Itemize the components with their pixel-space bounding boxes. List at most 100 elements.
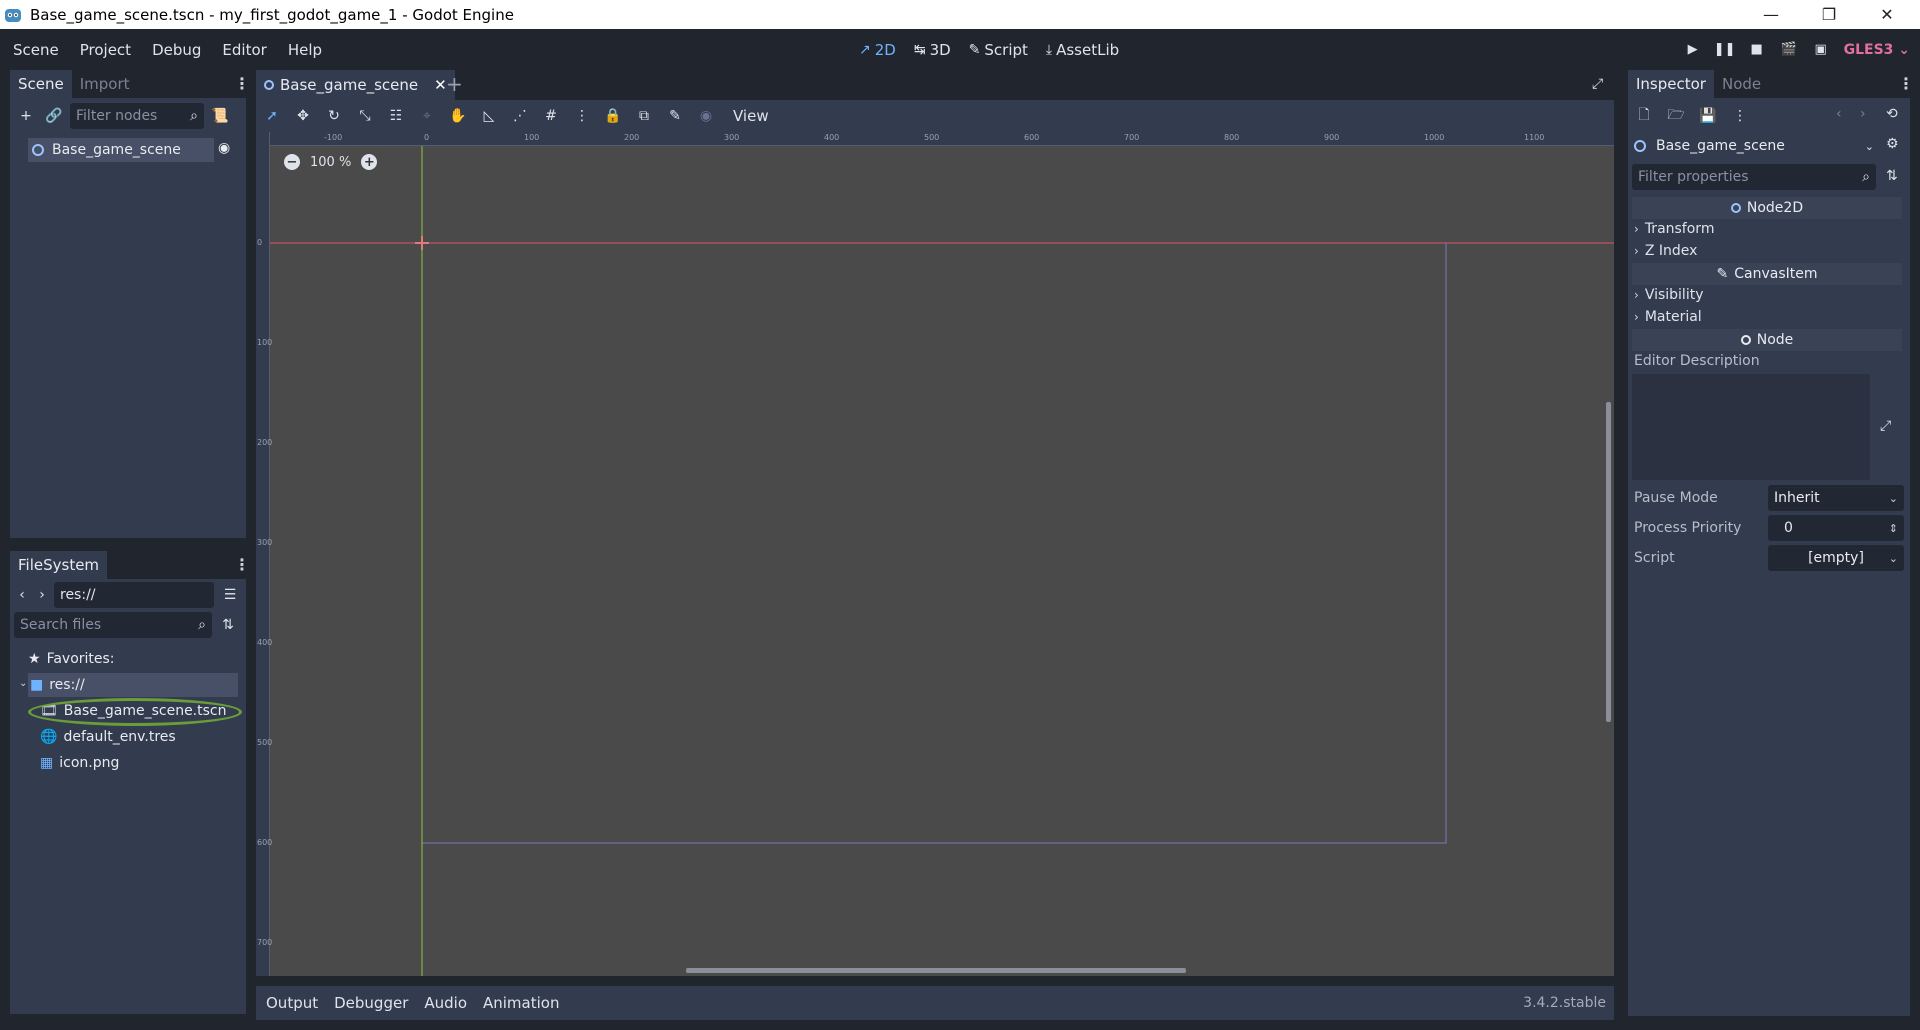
menu-editor[interactable]: Editor — [214, 41, 274, 59]
forward-icon[interactable]: › — [34, 583, 50, 607]
group-material[interactable]: › Material — [1634, 309, 1702, 325]
renderer-selector[interactable]: GLES3 ⌄ — [1844, 42, 1910, 58]
expand-editor-icon[interactable]: ⤢ — [1880, 418, 1891, 434]
node2d-icon — [1634, 140, 1646, 152]
attach-script-icon[interactable]: 📜 — [208, 104, 232, 128]
minimize-button[interactable]: — — [1742, 0, 1800, 29]
tab-import[interactable]: Import — [72, 70, 138, 98]
workspace-script-button[interactable]: ✎ Script — [969, 41, 1028, 59]
instance-scene-icon[interactable]: 🔗 — [42, 104, 66, 128]
tab-audio[interactable]: Audio — [424, 994, 467, 1012]
group-transform[interactable]: › Transform — [1634, 221, 1714, 237]
path-input[interactable]: res:// — [54, 582, 214, 608]
lock-icon[interactable]: 🔒 — [601, 104, 625, 128]
pan-tool-icon[interactable]: ✋ — [446, 104, 470, 128]
zoom-out-icon[interactable]: − — [284, 154, 300, 170]
filter-properties-input[interactable]: Filter properties ⌕ — [1632, 164, 1876, 190]
history-icon[interactable]: ⟲ — [1886, 106, 1898, 122]
view-menu[interactable]: View — [733, 107, 769, 125]
back-icon[interactable]: ‹ — [14, 583, 30, 607]
file-row-env[interactable]: 🌐 default_env.tres — [40, 725, 176, 749]
save-resource-icon[interactable]: 💾 — [1696, 104, 1720, 128]
group-icon[interactable]: ⧉ — [632, 104, 656, 128]
editor-description-textarea[interactable] — [1632, 374, 1870, 480]
file-row-icon[interactable]: ▦ icon.png — [40, 751, 119, 775]
object-properties-icon[interactable]: ⚙ — [1886, 136, 1899, 152]
visibility-eye-icon[interactable]: ◉ — [218, 140, 230, 156]
inspector-menu-icon[interactable]: ⋮ — [1898, 74, 1914, 93]
move-tool-icon[interactable]: ✥ — [291, 104, 315, 128]
skeleton-icon[interactable]: ✎ — [663, 104, 687, 128]
list-select-icon[interactable]: ☷ — [384, 104, 408, 128]
camera-override-icon[interactable]: ◉ — [694, 104, 718, 128]
expand-caret-icon[interactable]: ⌄ — [19, 678, 27, 689]
stop-icon[interactable]: ■ — [1748, 41, 1766, 59]
node2d-icon — [264, 80, 274, 90]
more-options-icon[interactable]: ⋮ — [1728, 104, 1752, 128]
menu-project[interactable]: Project — [72, 41, 139, 59]
tab-base-game-scene[interactable]: Base_game_scene ✕ — [256, 70, 455, 100]
chevron-down-icon: ⌄ — [1888, 551, 1898, 565]
history-forward-icon[interactable]: › — [1860, 106, 1866, 122]
filesystem-menu-icon[interactable]: ⋮ — [234, 555, 250, 574]
play-icon[interactable]: ▶ — [1684, 41, 1702, 59]
distraction-free-icon[interactable]: ⤢ — [1592, 76, 1603, 92]
pause-icon[interactable]: ❚❚ — [1714, 41, 1736, 59]
group-visibility[interactable]: › Visibility — [1634, 287, 1704, 303]
horizontal-scrollbar[interactable] — [686, 968, 1186, 973]
favorites-row[interactable]: ★ Favorites: — [28, 647, 115, 671]
tab-filesystem[interactable]: FileSystem — [10, 551, 108, 579]
menu-debug[interactable]: Debug — [144, 41, 209, 59]
zoom-in-icon[interactable]: + — [361, 154, 378, 170]
grid-snap-icon[interactable]: # — [539, 104, 563, 128]
menu-scene[interactable]: Scene — [5, 41, 67, 59]
split-mode-icon[interactable]: ☰ — [218, 583, 242, 607]
play-scene-icon[interactable]: 🎬 — [1780, 41, 1798, 59]
pause-mode-dropdown[interactable]: Inherit ⌄ — [1768, 485, 1904, 511]
workspace-assetlib-button[interactable]: ⤓ AssetLib — [1046, 41, 1119, 59]
tab-debugger[interactable]: Debugger — [334, 994, 408, 1012]
node2d-icon — [32, 144, 44, 156]
play-custom-scene-icon[interactable]: ▣ — [1812, 41, 1830, 59]
smart-snap-icon[interactable]: ⋰ — [508, 104, 532, 128]
ruler-x-label: 400 — [824, 133, 840, 142]
select-tool-icon[interactable]: ➚ — [260, 104, 284, 128]
filter-nodes-input[interactable]: Filter nodes ⌕ — [70, 103, 204, 129]
vertical-scrollbar[interactable] — [1606, 402, 1611, 722]
snap-options-icon[interactable]: ⋮ — [570, 104, 594, 128]
inspected-object-selector[interactable]: Base_game_scene ⌄ — [1634, 134, 1880, 158]
scene-tree-root[interactable]: Base_game_scene — [28, 138, 214, 162]
zoom-level[interactable]: 100 % — [310, 155, 351, 170]
search-files-input[interactable]: Search files ⌕ — [14, 612, 212, 638]
close-window-button[interactable]: ✕ — [1858, 0, 1916, 29]
workspace-2d-button[interactable]: ↗ 2D — [859, 41, 896, 59]
new-resource-icon[interactable]: 🗋 — [1632, 104, 1656, 128]
maximize-button[interactable]: ❐ — [1800, 0, 1858, 29]
script-picker[interactable]: [empty] ⌄ — [1768, 545, 1904, 571]
add-node-icon[interactable]: + — [14, 104, 38, 128]
property-options-icon[interactable]: ⇅ — [1886, 168, 1898, 184]
res-root-row[interactable]: ■ res:// — [28, 673, 238, 697]
tab-animation[interactable]: Animation — [483, 994, 559, 1012]
tab-inspector[interactable]: Inspector — [1628, 70, 1714, 98]
scene-dock-menu-icon[interactable]: ⋮ — [234, 74, 250, 93]
zoom-controls: − 100 % + — [284, 154, 378, 170]
sort-icon[interactable]: ⇅ — [216, 613, 240, 637]
menu-help[interactable]: Help — [280, 41, 330, 59]
history-back-icon[interactable]: ‹ — [1836, 106, 1842, 122]
tab-node[interactable]: Node — [1714, 70, 1769, 98]
group-z-index[interactable]: › Z Index — [1634, 243, 1697, 259]
canvas-viewport[interactable]: -100 0 100 200 300 400 500 600 700 800 9… — [256, 132, 1614, 976]
open-resource-icon[interactable]: 🗁 — [1664, 104, 1688, 128]
workspace-3d-button[interactable]: ↹ 3D — [914, 41, 951, 59]
ruler-tool-icon[interactable]: ◺ — [477, 104, 501, 128]
scale-tool-icon[interactable]: ⤡ — [353, 104, 377, 128]
add-tab-icon[interactable]: + — [446, 72, 463, 96]
tab-output[interactable]: Output — [266, 994, 318, 1012]
ruler-y-label: 600 — [257, 838, 273, 847]
tab-scene[interactable]: Scene — [10, 70, 72, 98]
close-tab-icon[interactable]: ✕ — [434, 76, 447, 94]
rotate-tool-icon[interactable]: ↻ — [322, 104, 346, 128]
pivot-icon[interactable]: ⌖ — [415, 104, 439, 128]
process-priority-spinbox[interactable]: 0 ⇕ — [1768, 515, 1904, 541]
